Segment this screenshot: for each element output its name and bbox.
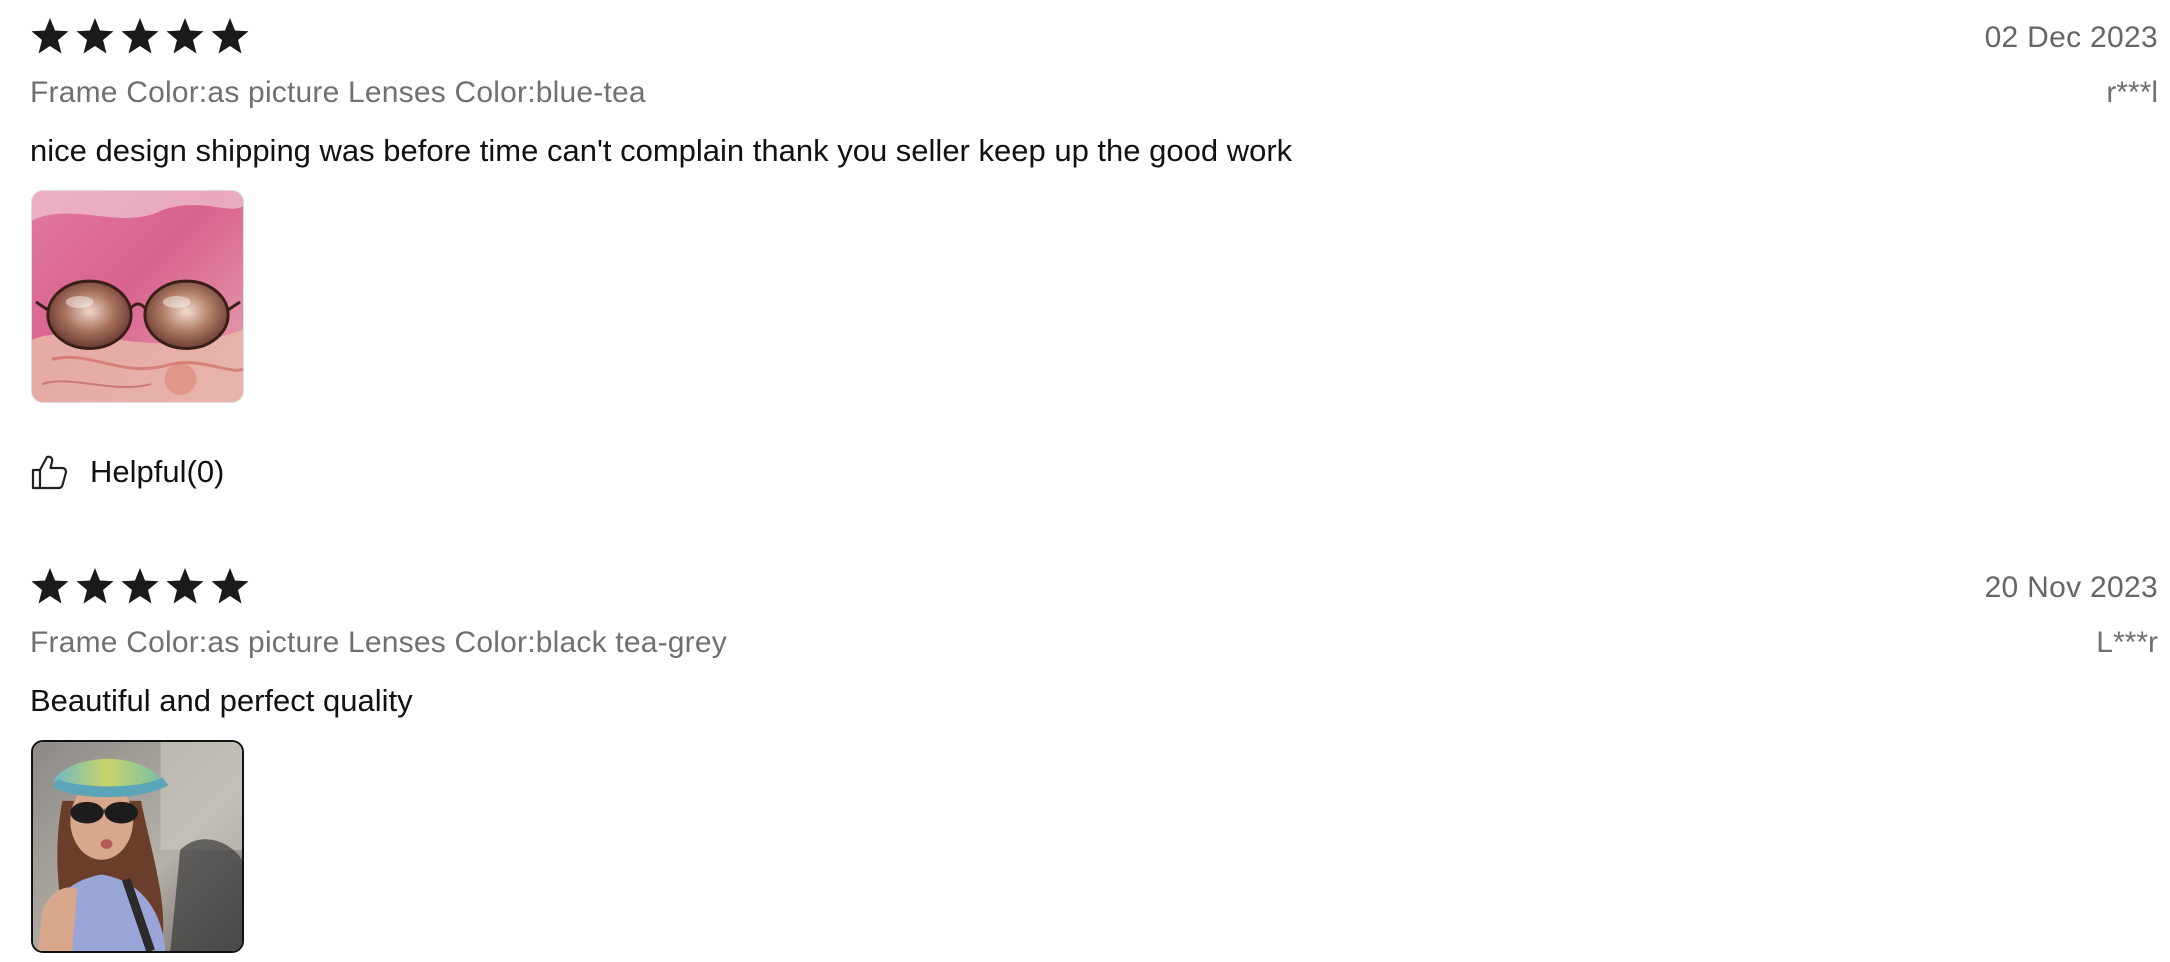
star-icon [30, 14, 70, 58]
review-date: 20 Nov 2023 [1984, 571, 2158, 604]
reviewer-name: r***l [2106, 76, 2158, 109]
star-icon [210, 14, 250, 58]
star-icon [120, 14, 160, 58]
review-photo[interactable] [31, 740, 244, 953]
star-rating [30, 14, 250, 62]
thumbs-up-icon [30, 453, 68, 491]
helpful-button[interactable]: Helpful(0) [30, 450, 224, 494]
star-icon [165, 14, 205, 58]
review-date: 02 Dec 2023 [1984, 21, 2158, 54]
star-icon [120, 564, 160, 608]
star-icon [165, 564, 205, 608]
sku-info: Frame Color:as picture Lenses Color:blue… [30, 76, 646, 109]
star-rating [30, 564, 250, 612]
star-icon [210, 564, 250, 608]
review-text: nice design shipping was before time can… [30, 133, 1293, 168]
reviewer-name: L***r [2096, 626, 2158, 659]
helpful-label: Helpful(0) [90, 454, 225, 489]
review-photo[interactable] [31, 190, 244, 403]
star-icon [75, 14, 115, 58]
review-text: Beautiful and perfect quality [30, 683, 413, 718]
star-icon [30, 564, 70, 608]
sunglasses-photo [32, 191, 243, 402]
selfie-photo [33, 742, 242, 951]
sku-info: Frame Color:as picture Lenses Color:blac… [30, 626, 727, 659]
star-icon [75, 564, 115, 608]
